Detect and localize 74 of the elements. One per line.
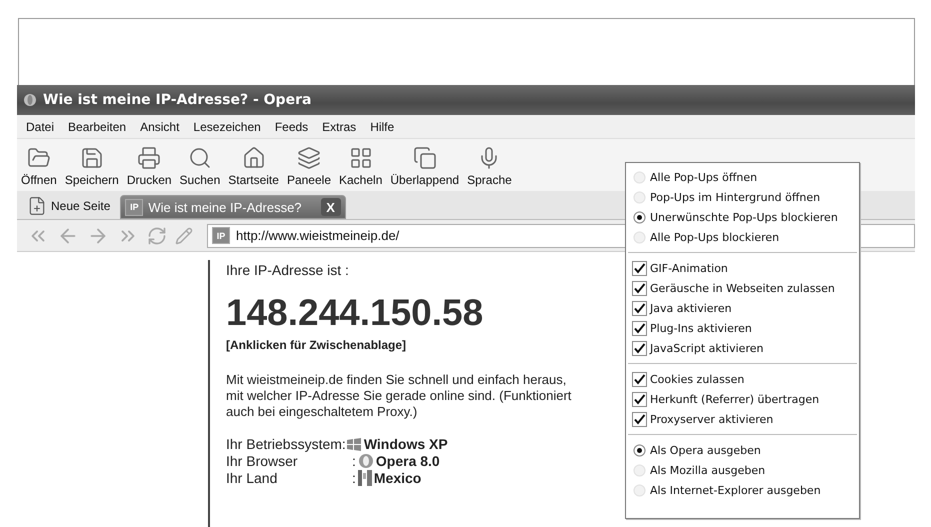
new-tab-button[interactable]: Neue Seite — [23, 193, 114, 219]
radio-button[interactable] — [632, 210, 646, 224]
home-icon — [242, 146, 266, 170]
search-icon — [188, 146, 212, 170]
checkbox[interactable] — [632, 260, 646, 276]
menu-option[interactable]: GIF-Animation — [650, 262, 728, 274]
window-title: Wie ist meine IP-Adresse? - Opera — [43, 92, 312, 108]
ip-address: 148.244.150.58 — [226, 292, 484, 334]
toolbar-button[interactable]: Startseite — [224, 146, 283, 187]
reload-icon — [147, 226, 167, 246]
radio-button[interactable] — [632, 444, 646, 456]
menu-item[interactable]: Hilfe — [363, 120, 402, 134]
info-label: Ihr Betriebssystem: — [226, 436, 346, 452]
checkbox[interactable] — [632, 372, 646, 386]
intro-text: Ihre IP-Adresse ist : — [226, 262, 350, 278]
menu-option[interactable]: Herkunft (Referrer) übertragen — [650, 392, 820, 406]
close-button[interactable]: X — [320, 198, 341, 216]
copy-link[interactable]: [Anklicken für Zwischenablage] — [226, 338, 586, 352]
grid-icon — [348, 146, 373, 170]
menu-option[interactable]: JavaScript aktivieren — [650, 342, 764, 354]
colon: : — [352, 470, 356, 486]
checkbox[interactable] — [632, 300, 646, 316]
menu-item[interactable]: Datei — [19, 120, 62, 134]
menu-item[interactable]: Feeds — [268, 120, 316, 134]
tab[interactable]: IP Wie ist meine IP-Adresse? X — [120, 195, 346, 219]
menu-option[interactable]: Proxyserver aktivieren — [650, 412, 774, 426]
toolbar-button[interactable]: Öffnen — [17, 146, 61, 187]
toolbar-button[interactable]: Paneele — [282, 146, 335, 187]
colon: : — [352, 453, 356, 469]
checkbox[interactable] — [632, 280, 646, 296]
menu-item[interactable]: Lesezeichen — [186, 120, 268, 134]
info-value: Windows XP — [364, 436, 448, 452]
info-label: Ihr Land — [226, 470, 278, 486]
menu-option[interactable]: Geräusche in Webseiten zulassen — [650, 282, 835, 294]
toolbar-button[interactable]: Speichern — [60, 146, 123, 187]
menu-item[interactable]: Ansicht — [133, 120, 186, 134]
menu-option[interactable]: Als Internet-Explorer ausgeben — [650, 484, 821, 496]
info-value: Mexico — [374, 470, 422, 486]
pages-icon — [412, 146, 437, 170]
toolbar-button[interactable]: Überlappend — [386, 146, 464, 187]
toolbar-button[interactable]: Kacheln — [335, 146, 386, 187]
checkbox[interactable] — [632, 412, 646, 426]
globe-icon — [23, 93, 37, 107]
printer-icon — [137, 146, 162, 170]
menu-item[interactable]: Bearbeiten — [61, 120, 134, 134]
windows-flag-icon — [346, 436, 362, 452]
page-icon — [27, 196, 47, 216]
edit-button[interactable] — [175, 226, 193, 244]
menu-option[interactable]: Plug-Ins aktivieren — [650, 322, 752, 334]
menu-item[interactable]: Extras — [315, 120, 364, 134]
menu-option[interactable]: Als Opera ausgeben — [650, 444, 761, 456]
menu-option[interactable]: Unerwünschte Pop-Ups blockieren — [650, 210, 838, 224]
menu-option[interactable]: Pop-Ups im Hintergrund öffnen — [650, 190, 820, 204]
info-value: Opera 8.0 — [376, 453, 440, 469]
pencil-icon — [175, 226, 193, 244]
menu-option[interactable]: Cookies zulassen — [650, 372, 744, 386]
site-icon: IP — [212, 227, 230, 244]
menu-option[interactable]: Als Mozilla ausgeben — [650, 464, 766, 476]
toolbar-button[interactable]: Suchen — [176, 146, 224, 187]
menu-option[interactable]: Java aktivieren — [650, 302, 732, 314]
checkbox[interactable] — [632, 320, 646, 336]
checkbox[interactable] — [632, 392, 646, 406]
checkbox[interactable] — [632, 340, 646, 356]
info-label: Ihr Browser — [226, 453, 299, 469]
toolbar-button[interactable]: Sprache — [463, 146, 516, 187]
flag-icon — [358, 470, 372, 486]
cards-icon — [296, 146, 321, 170]
reload-button[interactable] — [147, 226, 167, 246]
toolbar-button[interactable]: Drucken — [122, 146, 176, 187]
description: Mit wieistmeineip.de finden Sie schnell und einfach heraus, mit welcher IP-Adresse Sie gerade online sind. (Funktioniert auch bei eingeschaltetem Proxy.) — [226, 372, 572, 420]
site-icon: IP — [125, 198, 144, 216]
menu-option[interactable]: Alle Pop-Ups blockieren — [650, 230, 780, 244]
globe-icon — [358, 453, 374, 469]
menu-option[interactable]: Alle Pop-Ups öffnen — [650, 170, 758, 184]
